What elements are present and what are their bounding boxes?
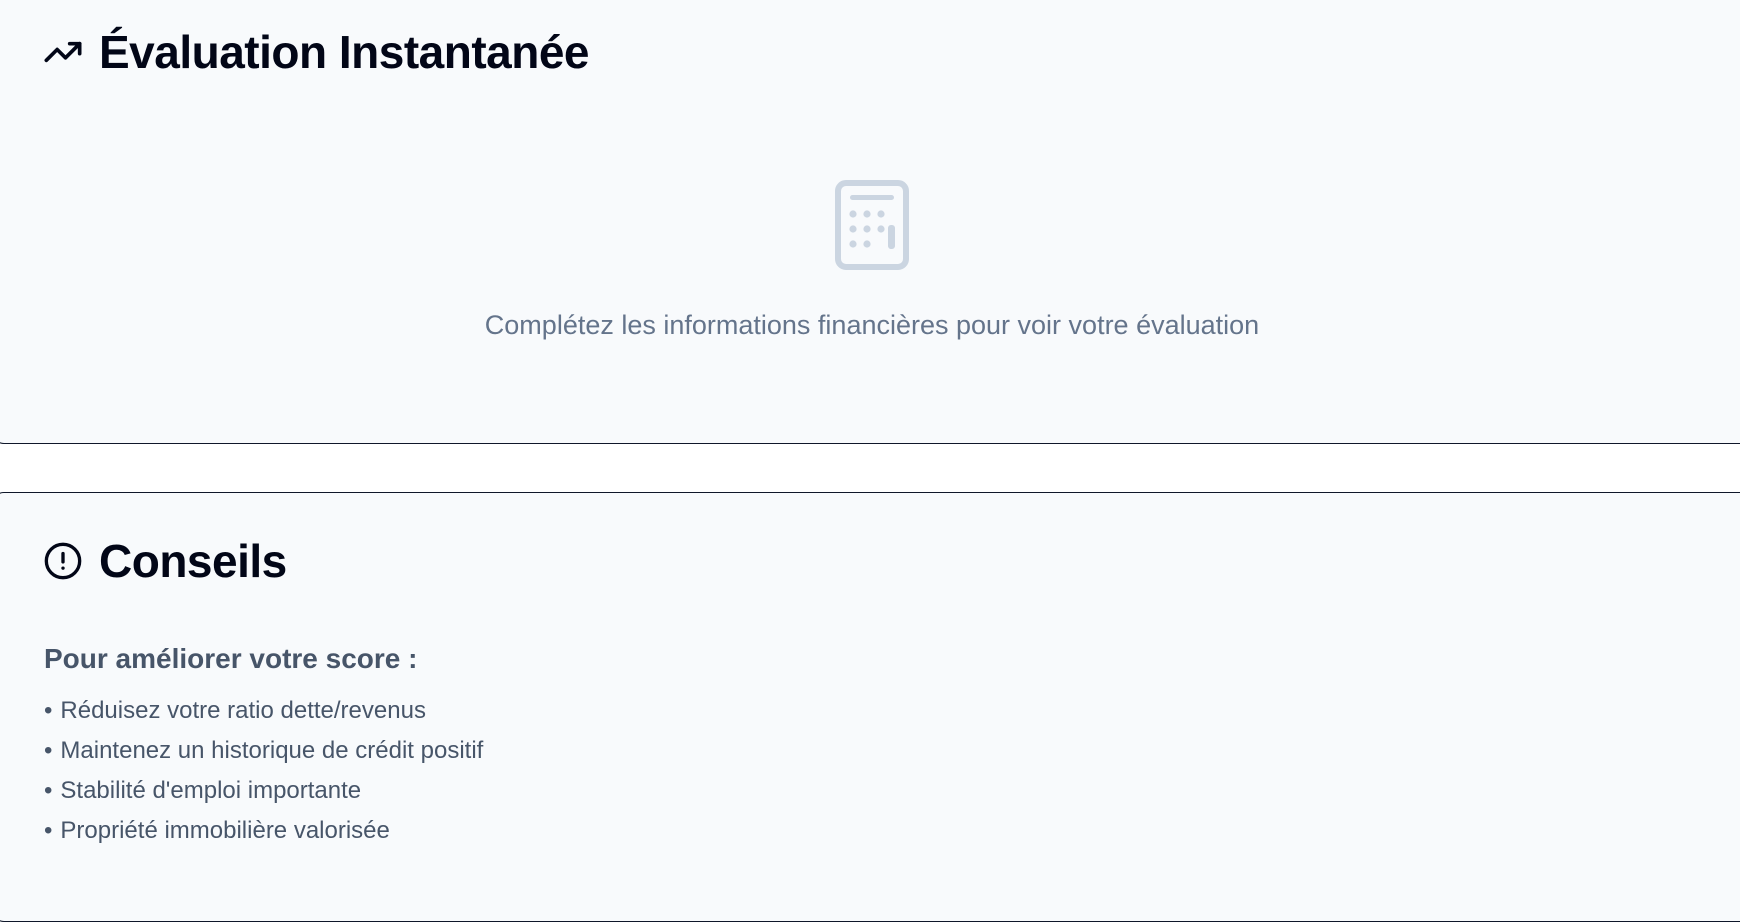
- tips-list-item: • Stabilité d'emploi importante: [44, 771, 483, 811]
- tips-item-text: Réduisez votre ratio dette/revenus: [60, 697, 426, 725]
- evaluation-card: Évaluation Instantanée Complétez les inf…: [0, 0, 1740, 444]
- tips-item-text: Maintenez un historique de crédit positi…: [60, 737, 484, 765]
- tips-item-text: Stabilité d'emploi importante: [60, 777, 362, 805]
- alert-circle-icon: [43, 541, 83, 581]
- evaluation-empty-message: Complétez les informations financières p…: [484, 310, 1260, 340]
- evaluation-title: Évaluation Instantanée: [99, 26, 590, 78]
- trending-up-icon: [43, 32, 83, 72]
- tips-header: Conseils: [43, 538, 287, 584]
- bullet-icon: •: [44, 777, 53, 805]
- tips-subtitle: Pour améliorer votre score :: [44, 643, 418, 674]
- tips-card: Conseils Pour améliorer votre score : • …: [0, 492, 1740, 922]
- bullet-icon: •: [44, 697, 53, 725]
- tips-body: Pour améliorer votre score : • Réduisez …: [44, 641, 483, 851]
- tips-item-text: Propriété immobilière valorisée: [60, 817, 390, 845]
- calculator-icon: [834, 179, 910, 271]
- bullet-icon: •: [44, 817, 53, 845]
- tips-title: Conseils: [99, 535, 287, 587]
- tips-list-item: • Maintenez un historique de crédit posi…: [44, 731, 483, 771]
- tips-list-item: • Propriété immobilière valorisée: [44, 811, 483, 851]
- evaluation-empty-state: Complétez les informations financières p…: [0, 179, 1740, 341]
- tips-list: • Réduisez votre ratio dette/revenus • M…: [44, 691, 483, 851]
- bullet-icon: •: [44, 737, 53, 765]
- tips-list-item: • Réduisez votre ratio dette/revenus: [44, 691, 483, 731]
- evaluation-header: Évaluation Instantanée: [43, 26, 590, 78]
